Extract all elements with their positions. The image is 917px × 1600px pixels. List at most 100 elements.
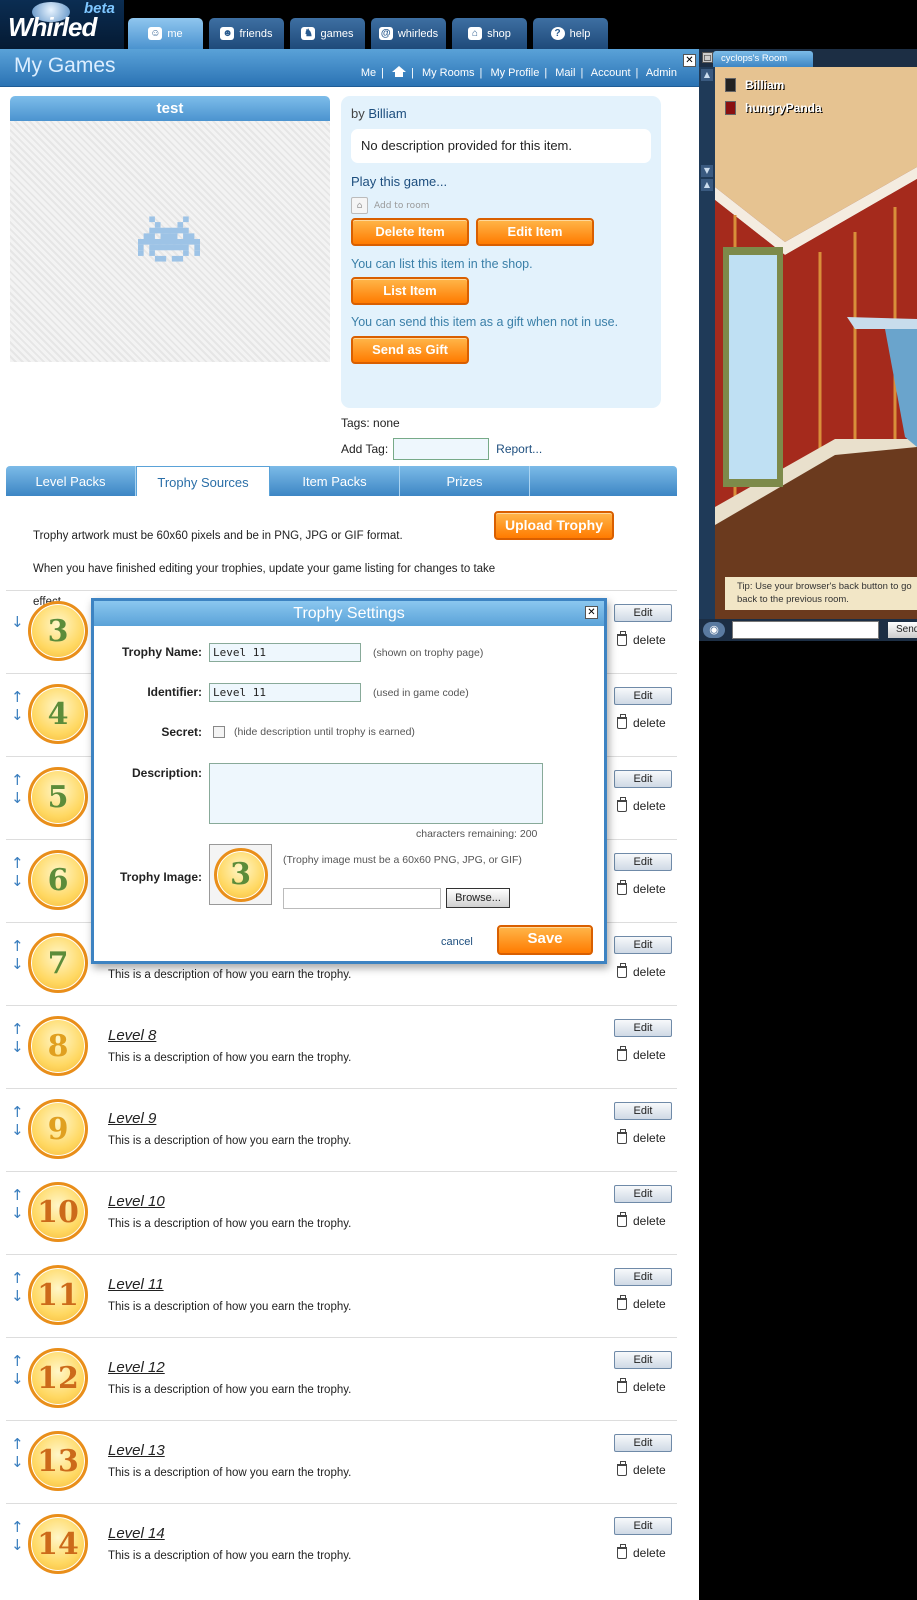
reorder-icon[interactable]: ↑ ↓: [11, 1269, 24, 1309]
nav-tab-shop[interactable]: ⌂ shop: [452, 18, 527, 49]
delete-trophy-link[interactable]: delete: [633, 1546, 666, 1560]
occupant-item[interactable]: hungryPanda: [725, 96, 822, 119]
link-mail[interactable]: Mail: [555, 67, 575, 79]
edit-trophy-button[interactable]: Edit: [614, 1102, 672, 1120]
nav-tab-games[interactable]: ♞ games: [290, 18, 365, 49]
link-admin[interactable]: Admin: [646, 67, 677, 79]
reorder-icon[interactable]: ↑ ↓: [11, 1103, 24, 1143]
nav-tab-me[interactable]: ☺ me: [128, 18, 203, 49]
edit-trophy-button[interactable]: Edit: [614, 604, 672, 622]
whirled-logo[interactable]: Whirled beta: [0, 0, 124, 49]
delete-trophy-link[interactable]: delete: [633, 1131, 666, 1145]
trophy-name-input[interactable]: Level 11: [209, 643, 361, 662]
edit-trophy-button[interactable]: Edit: [614, 1351, 672, 1369]
delete-trophy-link[interactable]: delete: [633, 1463, 666, 1477]
cancel-link[interactable]: cancel: [441, 936, 473, 948]
edit-trophy-button[interactable]: Edit: [614, 687, 672, 705]
delete-trophy[interactable]: delete: [617, 1544, 666, 1560]
edit-item-button[interactable]: Edit Item: [476, 218, 594, 246]
reorder-icon[interactable]: ↑ ↓: [11, 771, 24, 811]
delete-trophy-link[interactable]: delete: [633, 1048, 666, 1062]
close-dialog-icon[interactable]: ✕: [585, 606, 598, 619]
creator-link[interactable]: Billiam: [368, 106, 406, 121]
edit-trophy-button[interactable]: Edit: [614, 936, 672, 954]
secret-checkbox[interactable]: [213, 726, 225, 738]
scroll-up-icon[interactable]: ▲: [701, 69, 713, 81]
delete-item-button[interactable]: Delete Item: [351, 218, 469, 246]
delete-trophy-link[interactable]: delete: [633, 1214, 666, 1228]
delete-trophy[interactable]: delete: [617, 1129, 666, 1145]
edit-trophy-button[interactable]: Edit: [614, 1434, 672, 1452]
link-my-profile[interactable]: My Profile: [490, 67, 539, 79]
delete-trophy[interactable]: delete: [617, 1378, 666, 1394]
nav-tab-whirleds[interactable]: @ whirleds: [371, 18, 446, 49]
close-room-icon[interactable]: □: [702, 52, 713, 63]
eye-icon[interactable]: ◉: [703, 622, 725, 638]
trash-icon: [617, 1046, 627, 1061]
save-button[interactable]: Save: [497, 925, 593, 955]
browse-button[interactable]: Browse...: [446, 888, 510, 908]
send-button[interactable]: Send: [888, 622, 917, 638]
tab-item-packs[interactable]: Item Packs: [270, 466, 400, 496]
delete-trophy[interactable]: delete: [617, 1212, 666, 1228]
edit-trophy-button[interactable]: Edit: [614, 1517, 672, 1535]
tab-level-packs[interactable]: Level Packs: [6, 466, 136, 496]
move-down-icon[interactable]: ↓: [11, 613, 24, 653]
reorder-icon[interactable]: ↑ ↓: [11, 1518, 24, 1558]
tab-trophy-sources[interactable]: Trophy Sources: [136, 466, 270, 496]
edit-trophy-button[interactable]: Edit: [614, 853, 672, 871]
edit-trophy-button[interactable]: Edit: [614, 1019, 672, 1037]
reorder-icon[interactable]: ↑ ↓: [11, 1352, 24, 1392]
delete-trophy-link[interactable]: delete: [633, 799, 666, 813]
delete-trophy-link[interactable]: delete: [633, 633, 666, 647]
delete-trophy-link[interactable]: delete: [633, 1380, 666, 1394]
room-scrollbar[interactable]: ▲ ▼ ▲: [699, 67, 715, 619]
edit-trophy-button[interactable]: Edit: [614, 1268, 672, 1286]
description-textarea[interactable]: [209, 763, 543, 824]
home-icon[interactable]: [392, 66, 407, 77]
delete-trophy-link[interactable]: delete: [633, 716, 666, 730]
delete-trophy[interactable]: delete: [617, 1046, 666, 1062]
reorder-icon[interactable]: ↑ ↓: [11, 1435, 24, 1475]
edit-trophy-button[interactable]: Edit: [614, 1185, 672, 1203]
delete-trophy[interactable]: delete: [617, 963, 666, 979]
delete-trophy-link[interactable]: delete: [633, 1297, 666, 1311]
reorder-icon[interactable]: ↑ ↓: [11, 937, 24, 977]
chat-input[interactable]: [732, 621, 879, 639]
delete-trophy[interactable]: delete: [617, 797, 666, 813]
delete-trophy-link[interactable]: delete: [633, 965, 666, 979]
link-account[interactable]: Account: [591, 67, 631, 79]
link-me[interactable]: Me: [361, 67, 376, 79]
link-my-rooms[interactable]: My Rooms: [422, 67, 475, 79]
send-gift-button[interactable]: Send as Gift: [351, 336, 469, 364]
room-scene[interactable]: [715, 67, 917, 619]
delete-trophy[interactable]: delete: [617, 1461, 666, 1477]
close-page-icon[interactable]: ✕: [683, 54, 696, 67]
add-tag-input[interactable]: [393, 438, 490, 460]
add-to-room[interactable]: ⌂ Add to room: [351, 197, 651, 214]
tab-prizes[interactable]: Prizes: [400, 466, 530, 496]
report-link[interactable]: Report...: [496, 442, 542, 456]
identifier-label: Identifier:: [147, 685, 202, 699]
scroll-up-icon[interactable]: ▲: [701, 179, 713, 191]
delete-trophy[interactable]: delete: [617, 714, 666, 730]
file-path-input[interactable]: [283, 888, 441, 909]
trophy-image-label: Trophy Image:: [119, 870, 202, 884]
identifier-input[interactable]: Level 11: [209, 683, 361, 702]
list-item-button[interactable]: List Item: [351, 277, 469, 305]
reorder-icon[interactable]: ↑ ↓: [11, 1020, 24, 1060]
delete-trophy-link[interactable]: delete: [633, 882, 666, 896]
reorder-icon[interactable]: ↑ ↓: [11, 854, 24, 894]
occupant-item[interactable]: Billiam: [725, 73, 822, 96]
reorder-icon[interactable]: ↑ ↓: [11, 1186, 24, 1226]
delete-trophy[interactable]: delete: [617, 1295, 666, 1311]
reorder-icon[interactable]: ↑ ↓: [11, 688, 24, 728]
nav-tab-friends[interactable]: ☻ friends: [209, 18, 284, 49]
nav-tab-help[interactable]: ? help: [533, 18, 608, 49]
delete-trophy[interactable]: delete: [617, 631, 666, 647]
delete-trophy[interactable]: delete: [617, 880, 666, 896]
upload-trophy-button[interactable]: Upload Trophy: [494, 511, 614, 540]
scroll-down-icon[interactable]: ▼: [701, 165, 713, 177]
play-game-link[interactable]: Play this game...: [351, 174, 447, 189]
edit-trophy-button[interactable]: Edit: [614, 770, 672, 788]
